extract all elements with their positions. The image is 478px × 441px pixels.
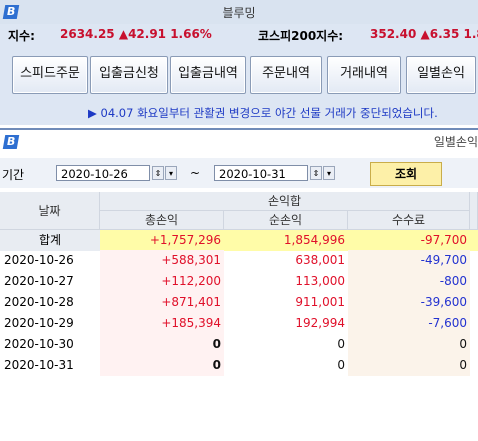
end-date-dropdown-icon[interactable]: ▾ bbox=[323, 166, 335, 180]
daily-pl-titlebar: B 일별손익 bbox=[0, 130, 478, 152]
app-logo-icon: B bbox=[2, 135, 20, 149]
total-row-total-pl: +1,757,296 bbox=[100, 230, 224, 251]
end-date-field[interactable]: 2020-10-31 bbox=[214, 165, 308, 181]
notice-bar: ▶ 04.07 화요일부터 관활권 변경으로 야간 선물 거래가 중단되었습니다… bbox=[0, 100, 478, 122]
col-total-pl-header[interactable]: 총손익 bbox=[100, 211, 224, 230]
row-date[interactable]: 2020-10-31 bbox=[0, 355, 100, 376]
total-row-net-pl: 1,854,996 bbox=[224, 230, 348, 251]
col-net-pl-header[interactable]: 순손익 bbox=[224, 211, 348, 230]
row-net-pl: 0 bbox=[337, 358, 345, 372]
row-net-pl: 638,001 bbox=[295, 253, 345, 267]
order-history-button[interactable]: 주문내역 bbox=[250, 56, 322, 94]
kospi-label: 지수: bbox=[8, 29, 35, 43]
row-fee: -7,600 bbox=[348, 313, 470, 334]
date-separator: ~ bbox=[190, 166, 201, 180]
row-date[interactable]: 2020-10-30 bbox=[0, 334, 100, 355]
row-fee: 0 bbox=[348, 355, 470, 376]
daily-pl-button[interactable]: 일별손익 bbox=[406, 56, 476, 94]
total-row-extra bbox=[470, 230, 478, 251]
row-net-pl: 113,000 bbox=[295, 274, 345, 288]
col-date-header[interactable]: 날짜 bbox=[0, 192, 100, 230]
row-fee: -800 bbox=[348, 271, 470, 292]
row-net-pl: 911,001 bbox=[295, 295, 345, 309]
period-label: 기간 bbox=[2, 168, 25, 182]
deposit-history-button[interactable]: 입출금내역 bbox=[170, 56, 246, 94]
index-ticker: 지수: 2634.25 ▲42.91 1.66% 코스피200지수: 352.4… bbox=[0, 27, 478, 45]
start-date-spin-icon[interactable]: ⇕ bbox=[152, 166, 164, 180]
kospi200-label: 코스피200지수: bbox=[258, 29, 344, 43]
row-date[interactable]: 2020-10-26 bbox=[0, 250, 100, 271]
row-date[interactable]: 2020-10-29 bbox=[0, 313, 100, 334]
row-fee: -49,700 bbox=[348, 250, 470, 271]
row-date[interactable]: 2020-10-27 bbox=[0, 271, 100, 292]
row-fee: -39,600 bbox=[348, 292, 470, 313]
trade-history-button[interactable]: 거래내역 bbox=[327, 56, 401, 94]
main-titlebar: B 블루밍 bbox=[0, 0, 478, 24]
col-fee-header[interactable]: 수수료 bbox=[348, 211, 470, 230]
row-total-pl: 0 bbox=[100, 334, 224, 355]
row-fee: 0 bbox=[348, 334, 470, 355]
col-group-header: 손익합 bbox=[100, 192, 470, 211]
app-title: 블루밍 bbox=[222, 6, 256, 20]
deposit-request-button[interactable]: 입출금신청 bbox=[90, 56, 168, 94]
notice-text: ▶ 04.07 화요일부터 관활권 변경으로 야간 선물 거래가 중단되었습니다… bbox=[88, 106, 438, 120]
row-net-pl: 192,994 bbox=[295, 316, 345, 330]
start-date-field[interactable]: 2020-10-26 bbox=[56, 165, 150, 181]
row-total-pl: +871,401 bbox=[100, 292, 224, 313]
row-total-pl: +588,301 bbox=[100, 250, 224, 271]
kospi200-value: 352.40 ▲6.35 1.83 bbox=[370, 27, 478, 41]
col-extra-header bbox=[470, 192, 478, 230]
speed-order-button[interactable]: 스피드주문 bbox=[12, 56, 88, 94]
row-total-pl: +112,200 bbox=[100, 271, 224, 292]
total-row-fee: -97,700 bbox=[348, 230, 470, 251]
row-total-pl: +185,394 bbox=[100, 313, 224, 334]
row-total-pl: 0 bbox=[100, 355, 224, 376]
daily-pl-title: 일별손익 bbox=[433, 135, 478, 149]
total-row-label: 합계 bbox=[0, 230, 100, 251]
row-net-pl: 0 bbox=[337, 337, 345, 351]
query-button[interactable]: 조회 bbox=[370, 162, 442, 186]
start-date-dropdown-icon[interactable]: ▾ bbox=[165, 166, 177, 180]
row-date[interactable]: 2020-10-28 bbox=[0, 292, 100, 313]
kospi-value: 2634.25 ▲42.91 1.66% bbox=[60, 27, 212, 41]
end-date-spin-icon[interactable]: ⇕ bbox=[310, 166, 322, 180]
